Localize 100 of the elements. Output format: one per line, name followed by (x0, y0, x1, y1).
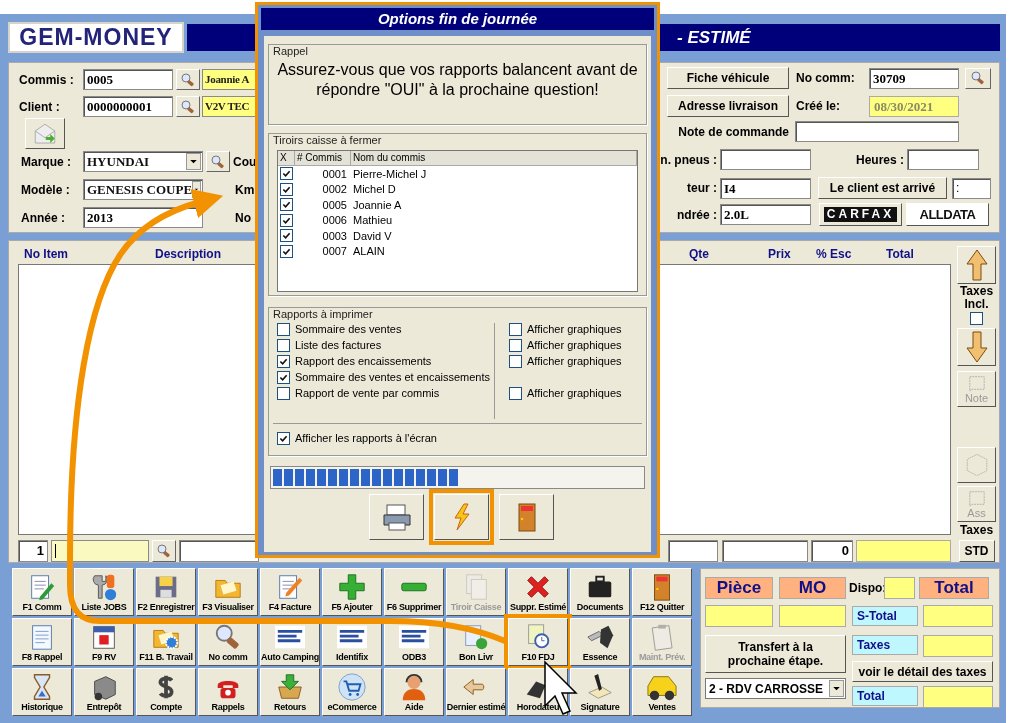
checkbox-label: Sommaire des ventes (295, 322, 402, 338)
checkbox[interactable] (970, 312, 983, 325)
toolbar-button[interactable]: Documents (570, 568, 630, 616)
dialog-button[interactable] (369, 494, 424, 540)
table-cell-text: Mathieu (352, 213, 393, 228)
table-cell-text: Michel D (352, 182, 396, 197)
toolbar-button[interactable]: Rappels (198, 668, 258, 716)
search-button[interactable] (206, 151, 230, 172)
tax-detail-button[interactable]: voir le détail des taxes (852, 661, 993, 682)
hexagon-button[interactable] (957, 447, 996, 483)
vehicle-sheet-button[interactable]: Fiche véhicule (667, 67, 789, 89)
move-down-button[interactable] (957, 328, 996, 366)
search-icon (180, 98, 196, 115)
column-header: Nom du commis (351, 151, 637, 166)
toolbar-button[interactable]: F4 Facture (260, 568, 320, 616)
dialog-button[interactable] (499, 494, 554, 540)
toolbar-button[interactable]: Retours (260, 668, 320, 716)
text-field[interactable]: 30709 (869, 67, 959, 89)
line-number-field[interactable]: 1 (18, 540, 48, 562)
checkbox[interactable] (277, 339, 290, 352)
toolbar-button[interactable]: F6 Supprimer (384, 568, 444, 616)
checkbox[interactable] (509, 355, 522, 368)
toolbar-button[interactable]: Liste JOBS (74, 568, 134, 616)
checkbox[interactable] (280, 182, 293, 196)
note-field[interactable] (795, 121, 959, 142)
text-field[interactable] (722, 540, 808, 562)
toolbar-button[interactable]: Compte (136, 668, 196, 716)
transfer-button[interactable]: Transfert à la prochaine étape. (705, 635, 846, 673)
description-field[interactable] (51, 540, 149, 562)
text-field[interactable] (179, 540, 259, 562)
checkbox[interactable] (277, 431, 290, 445)
toolbar-button[interactable]: F5 Ajouter (322, 568, 382, 616)
sms-button[interactable] (25, 118, 65, 149)
checkbox[interactable] (277, 355, 290, 368)
checkbox[interactable] (280, 244, 293, 258)
column-header: Description (155, 246, 221, 263)
caret-icon (192, 181, 201, 198)
wrench-icon (89, 572, 119, 602)
delivery-address-button[interactable]: Adresse livraison (667, 95, 789, 117)
checkbox[interactable] (277, 387, 290, 400)
checkbox[interactable] (509, 323, 522, 336)
printer-icon (380, 501, 413, 533)
toolbar-button[interactable]: F10 FDJ (508, 618, 568, 666)
search-button[interactable] (152, 540, 176, 562)
search-button[interactable] (176, 69, 200, 90)
text-field[interactable]: 2.0L (720, 204, 811, 225)
checkbox[interactable] (509, 339, 522, 352)
up-arrow-icon (964, 249, 989, 281)
toolbar-button[interactable]: Dernier estimé (446, 668, 506, 716)
field-label: No (235, 209, 251, 227)
total-header: MO (779, 577, 846, 599)
text-field[interactable] (668, 540, 718, 562)
checkbox[interactable] (277, 371, 290, 384)
alldata-logo: ALLDATA (919, 205, 976, 224)
toolbar-button[interactable]: eCommerce (322, 668, 382, 716)
group-legend: Tiroirs caisse à fermer (269, 134, 646, 147)
std-button[interactable]: STD (958, 540, 995, 562)
total-field[interactable]: 0 (811, 540, 853, 562)
text-field[interactable]: 0005 (83, 69, 173, 90)
move-up-button[interactable] (957, 246, 996, 284)
time-field[interactable]: : (952, 177, 991, 199)
dropdown[interactable]: HYUNDAI (83, 151, 203, 172)
table-cell-text: Pierre-Michel J (352, 166, 427, 182)
toolbar-button[interactable]: Aide (384, 668, 444, 716)
text-field[interactable]: 0000000001 (83, 96, 173, 117)
alldata-button[interactable]: ALLDATA (906, 203, 989, 226)
checkbox[interactable] (509, 387, 522, 400)
table-cell-text: 0001 (321, 166, 348, 182)
field-label: Client : (19, 98, 61, 116)
checkbox-label: Afficher graphiques (527, 338, 622, 354)
toolbar-button[interactable]: Ventes (632, 668, 692, 716)
toolbar-button[interactable]: Essence (570, 618, 630, 666)
toolbar-button[interactable]: F3 Visualiser (198, 568, 258, 616)
search-button[interactable] (176, 96, 200, 117)
checkbox[interactable] (280, 229, 293, 243)
text-field[interactable]: I4 (720, 177, 811, 199)
tires-field[interactable] (720, 149, 811, 170)
checkbox[interactable] (280, 198, 293, 212)
checkbox[interactable] (280, 167, 293, 181)
search-icon (156, 543, 172, 559)
checkbox[interactable] (280, 213, 293, 227)
toolbar-button[interactable]: Entrepôt (74, 668, 134, 716)
toolbar-button[interactable]: Suppr. Estimé (508, 568, 568, 616)
column-header: Total (886, 246, 914, 263)
toolbar-button[interactable]: F12 Quitter (632, 568, 692, 616)
toolbar-button[interactable]: F2 Enregistrer (136, 568, 196, 616)
dropdown[interactable]: GENESIS COUPE (83, 179, 203, 200)
toolbar-button[interactable]: F8 Rappel (12, 618, 72, 666)
toolbar-button[interactable]: F1 Comm (12, 568, 72, 616)
toolbar-button[interactable]: Historique (12, 668, 72, 716)
search-button[interactable] (965, 67, 991, 89)
checkbox[interactable] (277, 323, 290, 336)
toolbar-button[interactable]: Signature (570, 668, 630, 716)
field-label: n. pneus : (659, 151, 717, 169)
toolbar-button[interactable]: F9 RV (74, 618, 134, 666)
field-label: Créé le: (796, 98, 842, 115)
search-icon (970, 70, 986, 86)
client-arrived-button[interactable]: Le client est arrivé (818, 177, 947, 199)
hours-field[interactable] (907, 149, 979, 170)
stage-dropdown[interactable]: 2 - RDV CARROSSE (705, 678, 846, 699)
